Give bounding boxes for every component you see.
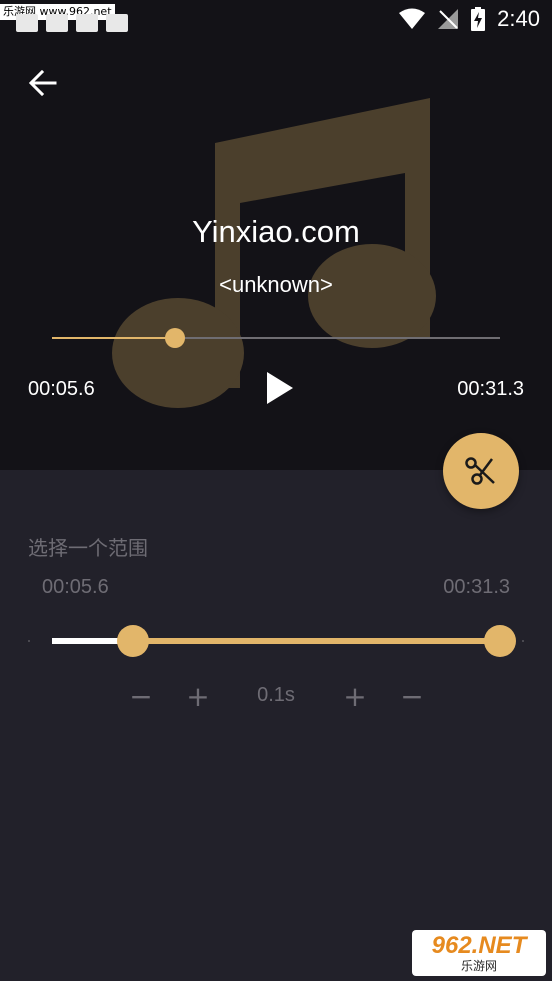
seek-bar[interactable] bbox=[52, 328, 500, 348]
wifi-icon bbox=[399, 8, 426, 29]
song-artist: <unknown> bbox=[219, 272, 333, 297]
notification-icons bbox=[16, 14, 128, 32]
range-dot bbox=[522, 640, 524, 642]
watermark-brand: 962.NET bbox=[431, 932, 527, 959]
end-decrease-button[interactable]: − bbox=[397, 680, 427, 713]
range-end-thumb[interactable] bbox=[484, 625, 516, 657]
back-button[interactable] bbox=[26, 66, 60, 100]
watermark-sub: 乐游网 bbox=[460, 959, 497, 973]
seek-progress bbox=[52, 337, 175, 339]
range-end-time: 00:31.3 bbox=[443, 576, 510, 598]
status-icons: 2:40 bbox=[399, 0, 540, 38]
arrow-back-icon bbox=[29, 70, 57, 96]
no-signal-icon bbox=[438, 9, 459, 29]
range-dot bbox=[28, 640, 30, 642]
range-label: 选择一个范围 bbox=[28, 536, 148, 560]
total-time: 00:31.3 bbox=[457, 378, 524, 400]
notification-icon bbox=[76, 14, 98, 32]
end-increase-button[interactable]: + bbox=[340, 680, 370, 713]
seek-thumb[interactable] bbox=[164, 328, 185, 348]
start-increase-button[interactable]: + bbox=[183, 680, 213, 713]
play-button[interactable] bbox=[262, 370, 296, 406]
player-panel: Yinxiao.com <unknown> 00:05.6 00:31.3 bbox=[0, 38, 552, 470]
range-selection bbox=[132, 638, 500, 644]
song-title: Yinxiao.com bbox=[192, 214, 360, 249]
clock: 2:40 bbox=[497, 6, 540, 31]
watermark-logo: 962.NET 乐游网 bbox=[412, 930, 546, 976]
range-start-time: 00:05.6 bbox=[42, 576, 109, 598]
scissors-icon bbox=[465, 457, 495, 485]
range-slider[interactable] bbox=[52, 625, 516, 657]
notification-icon bbox=[46, 14, 68, 32]
step-value: 0.1s bbox=[257, 684, 295, 706]
current-time: 00:05.6 bbox=[28, 378, 95, 400]
status-bar: 乐游网 www.962.net 2:40 bbox=[0, 0, 552, 38]
range-start-thumb[interactable] bbox=[116, 625, 149, 657]
start-decrease-button[interactable]: − bbox=[126, 680, 156, 713]
notification-icon bbox=[16, 14, 38, 32]
sim-icon bbox=[106, 14, 128, 32]
cut-button[interactable] bbox=[443, 433, 519, 509]
battery-charging-icon bbox=[471, 7, 486, 31]
